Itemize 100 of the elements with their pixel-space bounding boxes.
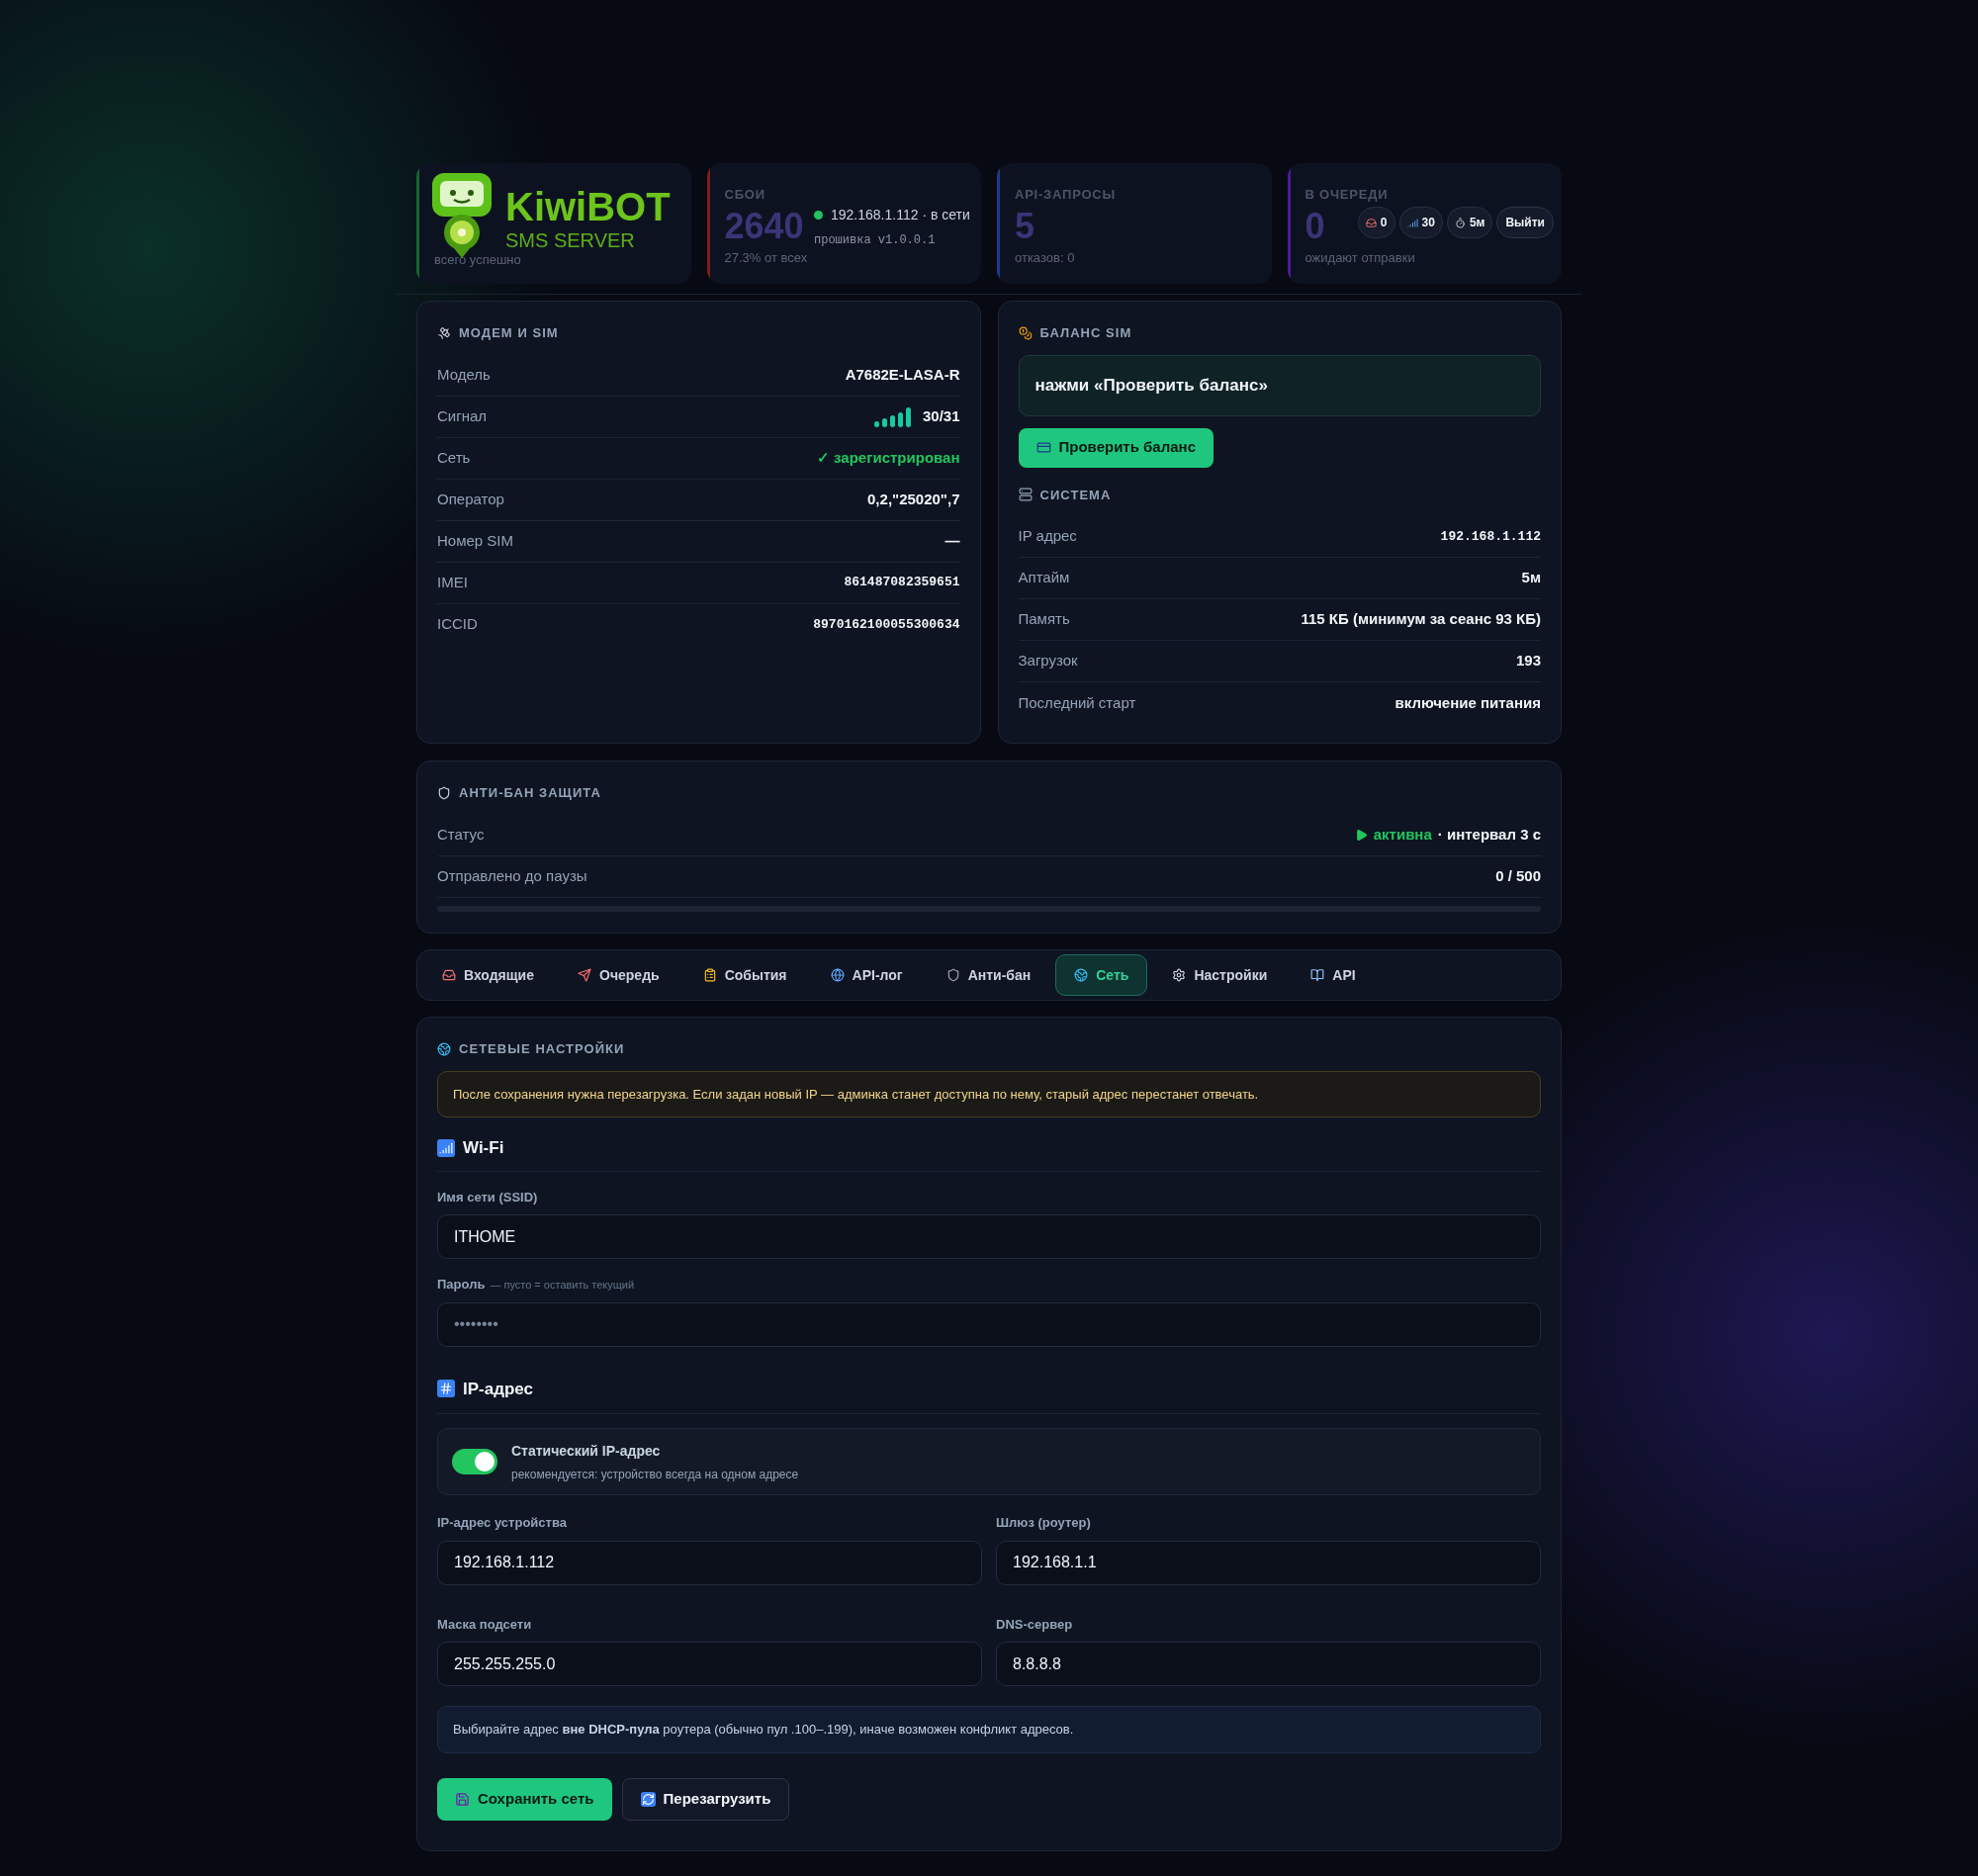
row-value: 0 / 500 (1495, 865, 1541, 886)
input-field[interactable]: ITHOME (437, 1214, 1541, 1259)
status-state: активна (1373, 824, 1432, 845)
inbox-icon (442, 968, 456, 982)
field-label: DNS-сервер (996, 1615, 1074, 1634)
inbox-icon (1365, 217, 1377, 228)
tab[interactable]: API (1292, 954, 1375, 996)
field-label: Маска подсети (437, 1615, 533, 1634)
clipboard-icon (702, 968, 717, 982)
section-heading: IP-адрес (463, 1378, 534, 1400)
card-icon (1035, 440, 1051, 455)
input-field[interactable]: 8.8.8.8 (996, 1642, 1541, 1686)
input-field[interactable]: 192.168.1.112 (437, 1540, 982, 1585)
logo-subtitle: SMS SERVER (505, 228, 636, 252)
static-ip-toggle[interactable] (452, 1449, 497, 1474)
stat-caption: отказов: 0 (1015, 248, 1075, 267)
row-label: Отправлено до паузы (437, 865, 587, 886)
tab[interactable]: Сеть (1055, 954, 1148, 996)
tab[interactable]: Анти-бан (927, 954, 1050, 996)
row-value: 0,2,"25020",7 (867, 489, 960, 509)
row-label: ICCID (437, 614, 478, 635)
firmware-version: прошивка v1.0.0.1 (814, 232, 937, 249)
row-label: Последний старт (1018, 692, 1136, 713)
row-value: 193 (1515, 651, 1541, 671)
row-value: 30/31 (922, 405, 960, 426)
tab[interactable]: Входящие (423, 954, 553, 996)
password-field[interactable]: •••••••• (437, 1301, 1541, 1347)
refresh-icon (640, 1791, 656, 1807)
check-balance-button[interactable]: Проверить баланс (1018, 427, 1214, 468)
globe-icon (830, 968, 845, 982)
stat-caption: всего успешно (434, 251, 521, 269)
input-field[interactable]: 255.255.255.0 (437, 1642, 982, 1686)
row-value: 8970162100055300634 (813, 615, 960, 634)
field-label: Шлюз (роутер) (996, 1514, 1092, 1532)
stat-caption: 27.3% от всех (724, 248, 808, 267)
stat-label: API-ЗАПРОСЫ (1015, 186, 1116, 204)
row-value: 5м (1521, 568, 1541, 588)
stat-value: 0 (1304, 204, 1325, 248)
timer-icon (1454, 217, 1466, 228)
numbers-icon (437, 1380, 455, 1398)
row-value: 115 КБ (минимум за сеанс 93 КБ) (1301, 609, 1541, 630)
stat-caption: ожидают отправки (1304, 248, 1415, 267)
row-label: IMEI (437, 572, 468, 592)
stat-label: В ОЧЕРЕДИ (1304, 186, 1389, 204)
row-label: Модель (437, 364, 491, 385)
field-label: Имя сети (SSID) (437, 1188, 539, 1206)
coins-icon (1018, 325, 1033, 340)
row-label: Статус (437, 824, 485, 845)
logout-button[interactable]: Выйти (1496, 207, 1554, 238)
row-value: A7682E-LASA-R (845, 364, 960, 385)
row-label: Сеть (437, 447, 471, 468)
field-label: IP-адрес устройства (437, 1514, 568, 1532)
stat-value: 2640 (724, 204, 804, 248)
toggle-subtitle: рекомендуется: устройство всегда на одном адресе (511, 1466, 799, 1483)
row-value: ✓ зарегистрирован (816, 447, 960, 468)
section-heading: Wi-Fi (463, 1137, 504, 1159)
panel-title: СЕТЕВЫЕ НАСТРОЙКИ (459, 1040, 625, 1058)
info-note: Выбирайте адрес вне DHCP-пула роутера (обычно пул .100–.199), иначе возможен конфликт адресов. (437, 1706, 1541, 1753)
row-value: — (944, 530, 960, 551)
stat-label: СБОИ (724, 186, 765, 204)
balance-message: нажми «Проверить баланс» (1018, 354, 1541, 416)
reboot-button[interactable]: Перезагрузить (621, 1777, 790, 1821)
row-value: включение питания (1394, 692, 1541, 713)
save-network-button[interactable]: Сохранить сеть (437, 1777, 612, 1821)
row-label: Номер SIM (437, 530, 513, 551)
row-value: 861487082359651 (844, 574, 960, 592)
signal-icon (437, 1138, 455, 1157)
toggle-title: Статический IP-адрес (511, 1441, 662, 1461)
satellite-icon (437, 325, 451, 340)
send-icon (578, 968, 591, 982)
globe-icon (437, 1041, 451, 1056)
row-label: Сигнал (437, 405, 488, 426)
warning-message: После сохранения нужна перезагрузка. Если задан новый IP — админка станет доступна по нему, старый адрес перестанет отвечать. (437, 1070, 1541, 1117)
tab[interactable]: API-лог (811, 954, 922, 996)
tab[interactable]: События (683, 954, 806, 996)
signal-icon (1406, 217, 1418, 228)
field-label: Пароль (437, 1276, 486, 1294)
tab[interactable]: Очередь (559, 954, 678, 996)
shield-icon (437, 785, 451, 800)
gear-icon (1172, 968, 1187, 982)
status-detail: · интервал 3 с (1437, 824, 1541, 845)
stat-value: 5 (1015, 204, 1035, 248)
row-label: Память (1018, 609, 1070, 630)
device-status: 192.168.1.112 · в сети (831, 206, 970, 224)
panel-title: АНТИ-БАН ЗАЩИТА (459, 784, 601, 802)
panel-title: МОДЕМ И SIM (459, 324, 559, 342)
panel-title: СИСТЕМА (1039, 486, 1112, 504)
shield-icon (945, 968, 960, 982)
field-hint: — пусто = оставить текущий (490, 1278, 635, 1293)
tab[interactable]: Настройки (1153, 954, 1287, 996)
server-icon (1018, 488, 1033, 502)
panel-title: БАЛАНС SIM (1039, 324, 1132, 342)
globe-icon (1074, 968, 1089, 982)
row-label: Аптайм (1018, 568, 1070, 588)
row-value: 192.168.1.112 (1440, 527, 1541, 546)
input-field[interactable]: 192.168.1.1 (996, 1540, 1541, 1585)
row-label: IP адрес (1018, 526, 1077, 547)
row-label: Загрузок (1018, 651, 1078, 671)
logo-title: KiwiBOT (505, 185, 671, 228)
book-icon (1310, 968, 1325, 982)
